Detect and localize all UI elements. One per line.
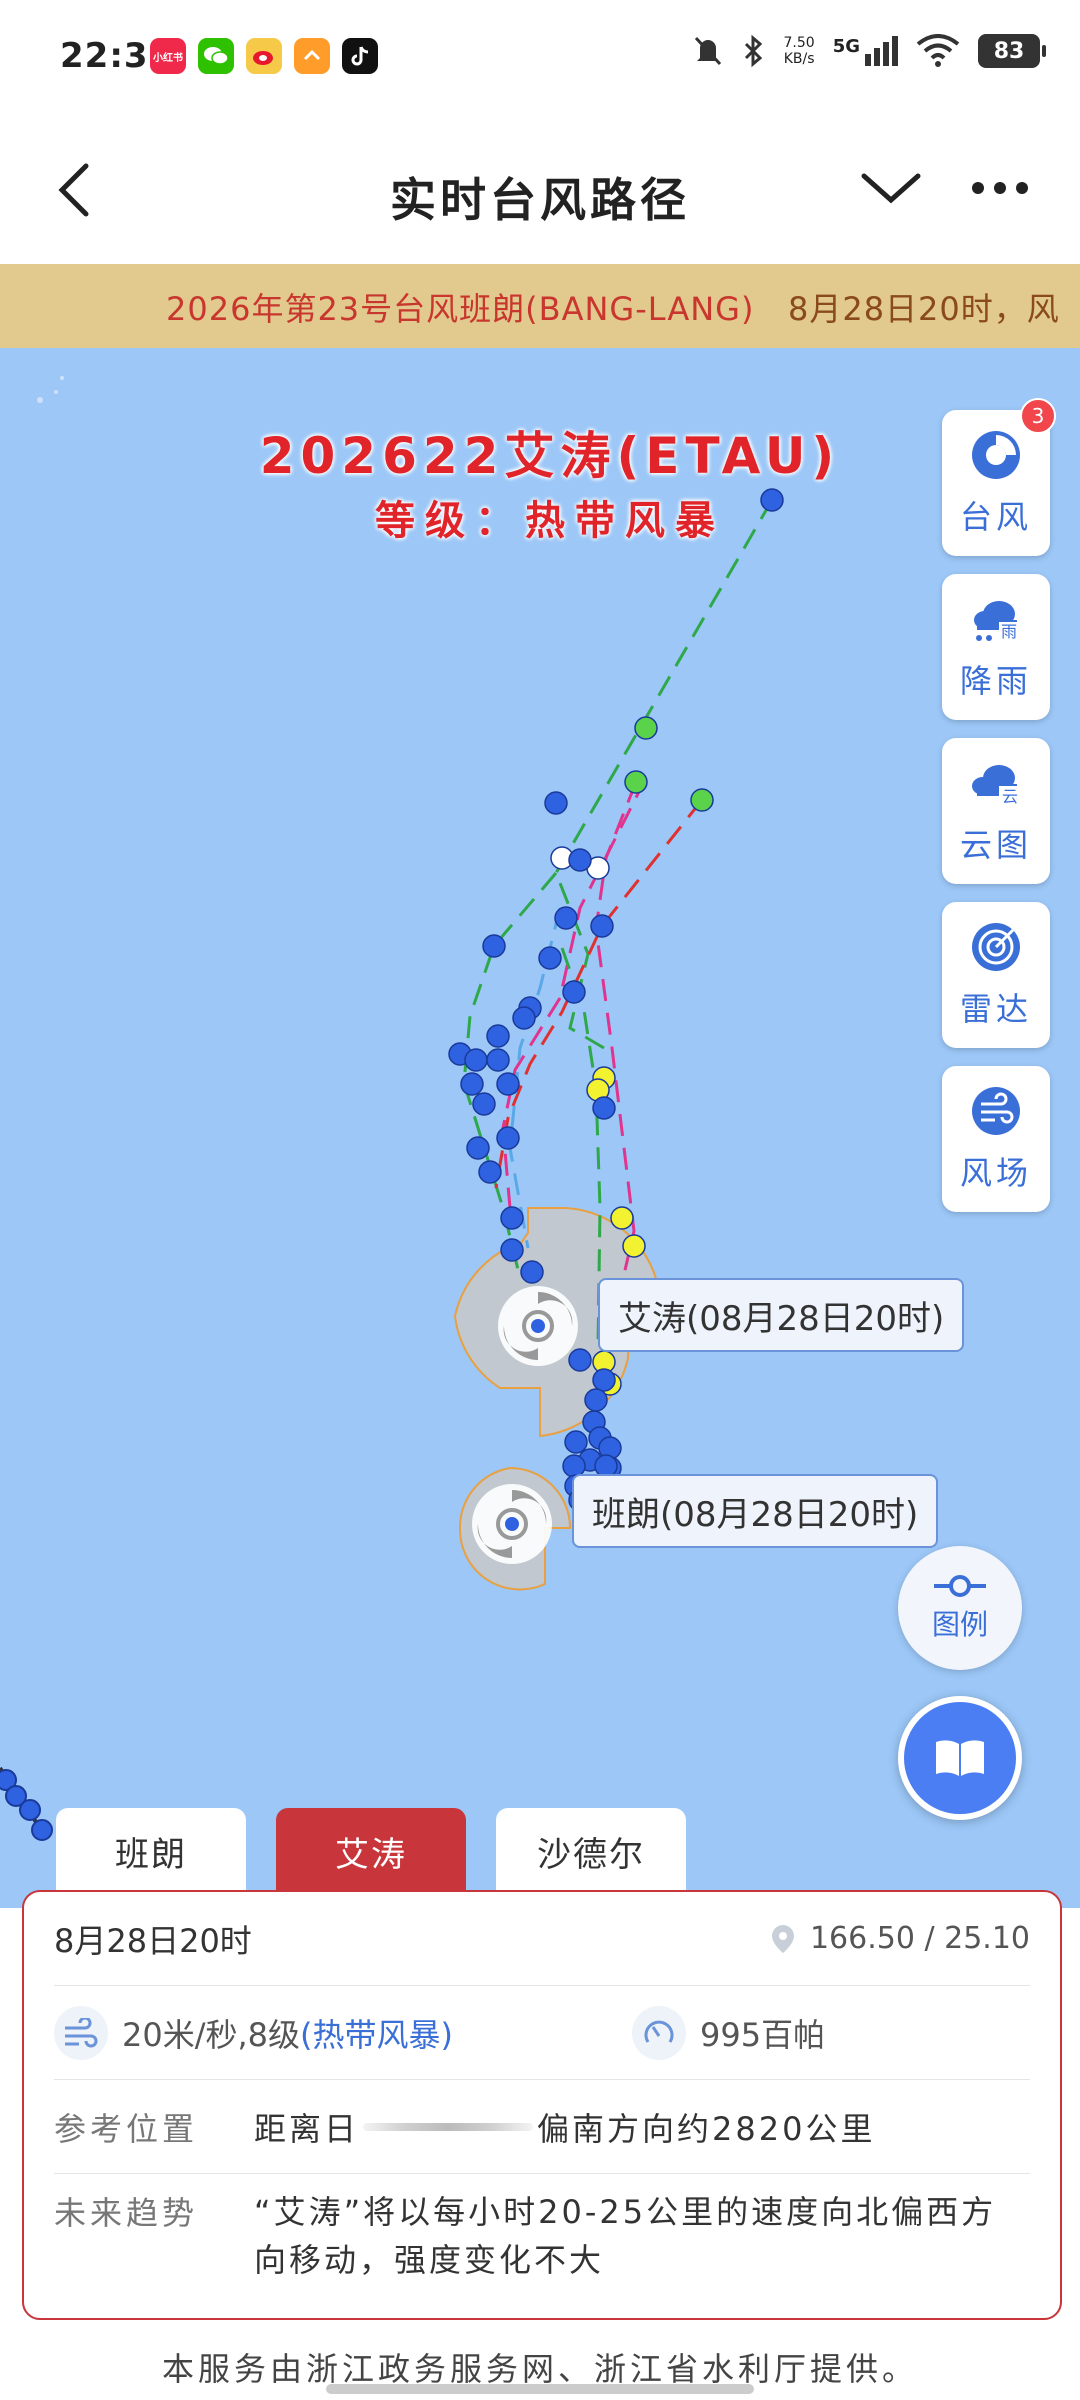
app-header: 实时台风路径: [0, 112, 1080, 264]
mute-bell-icon: [694, 36, 721, 66]
tool-typhoon-button[interactable]: 3 台风: [942, 398, 1056, 556]
radar-icon: [972, 923, 1020, 971]
typhoon-notice-marquee[interactable]: 2026年第23号台风班朗(BANG-LANG) 8月28日20时，风: [0, 264, 1080, 348]
info-row-intensity: 20米/秒,8级(热带风暴) 995百帕: [54, 1986, 1030, 2080]
typhoon-info-card: 8月28日20时 166.50 / 25.10 20米/秒,8级(热带风暴) 9…: [22, 1890, 1062, 2320]
weibo-icon: [246, 38, 282, 74]
status-right: 7.50 KB/s 5G 83: [692, 34, 1046, 68]
bluetooth-icon: [744, 34, 762, 68]
map-layer-tools: 3 台风 雨 降雨 云 云图 雷达 风场: [942, 398, 1056, 1230]
legend-icon: [934, 1575, 986, 1597]
info-coords: 166.50 / 25.10: [770, 1921, 1030, 1956]
tool-cloud-button[interactable]: 云 云图: [942, 738, 1050, 884]
banglang-history-track: [0, 1766, 53, 1841]
islands: [37, 376, 64, 403]
ref-text: 距离日 偏南方向约2820公里: [254, 2109, 876, 2148]
banglang-position-label[interactable]: 班朗(08月28日20时): [572, 1474, 939, 1548]
wind-field-icon: [972, 1087, 1020, 1135]
info-row-time: 8月28日20时 166.50 / 25.10: [54, 1892, 1030, 1986]
etau-typhoon-symbol: [498, 1286, 578, 1366]
trend-text: “艾涛”将以每小时20-25公里的速度向北偏西方向移动，强度变化不大: [254, 2193, 997, 2279]
wechat-icon: [198, 38, 234, 74]
tab-banglang[interactable]: 班朗: [56, 1808, 246, 1894]
redacted-bar: [363, 2122, 534, 2131]
banglang-typhoon-symbol: [472, 1484, 552, 1564]
typhoon-count-badge: 3: [1020, 398, 1056, 434]
xiaohongshu-icon: 小红书: [150, 38, 186, 74]
tab-shadeer[interactable]: 沙德尔: [496, 1808, 686, 1894]
svg-text:雨: 雨: [1001, 622, 1017, 641]
tab-etau[interactable]: 艾涛: [276, 1808, 466, 1894]
pressure-gauge-icon: [632, 2005, 686, 2060]
legend-button[interactable]: 图例: [898, 1546, 1022, 1670]
map-typhoon-title: 202622艾涛(ETAU): [259, 427, 841, 485]
typhoon-map[interactable]: 202622艾涛(ETAU) 等级：热带风暴 3 台风 雨 降雨 云 云图 雷达…: [0, 348, 1080, 1908]
pressure-text: 995百帕: [700, 2015, 826, 2054]
orange-app-icon: [294, 38, 330, 74]
tool-rain-button[interactable]: 雨 降雨: [942, 574, 1050, 720]
tool-radar-button[interactable]: 雷达: [942, 902, 1050, 1048]
map-typhoon-level: 等级：热带风暴: [375, 498, 725, 544]
signal-5g: 5G: [833, 36, 898, 66]
info-row-reference: 参考位置 距离日 偏南方向约2820公里: [54, 2080, 1030, 2174]
svg-text:云: 云: [1002, 787, 1018, 806]
notification-app-icons: 小红书: [150, 38, 378, 74]
marquee-text: 2026年第23号台风班朗(BANG-LANG) 8月28日20时，风: [166, 290, 1060, 328]
wifi-icon: [916, 34, 960, 67]
info-time: 8月28日20时: [54, 1921, 252, 1960]
tiktok-icon: [342, 38, 378, 74]
info-row-trend: 未来趋势 “艾涛”将以每小时20-25公里的速度向北偏西方向移动，强度变化不大: [54, 2174, 1030, 2304]
book-guide-button[interactable]: [898, 1696, 1022, 1820]
home-indicator[interactable]: [326, 2384, 754, 2394]
tool-wind-field-button[interactable]: 风场: [942, 1066, 1050, 1212]
typhoon-tabs: 班朗 艾涛 沙德尔: [56, 1808, 686, 1894]
status-bar: 22:38 小红书 7.50 KB/s 5G 83: [0, 0, 1080, 112]
wind-speed-icon: [54, 2005, 108, 2060]
chevron-down-icon[interactable]: [860, 168, 922, 208]
etau-position-label[interactable]: 艾涛(08月28日20时): [598, 1278, 965, 1352]
typhoon-icon: [972, 431, 1020, 479]
net-speed: 7.50 KB/s: [783, 35, 815, 67]
rain-cloud-icon: 雨: [974, 601, 1019, 641]
typhoon-track-layer: [0, 376, 784, 1841]
more-options-icon[interactable]: [972, 182, 1028, 198]
pressure-group: 995百帕: [632, 2005, 826, 2060]
ref-label: 参考位置: [54, 2109, 199, 2148]
cloud-icon: 云: [972, 765, 1021, 806]
battery-indicator: 83: [978, 34, 1046, 68]
open-book-icon: [936, 1740, 984, 1776]
trend-label: 未来趋势: [54, 2194, 199, 2232]
location-pin-icon: [771, 1924, 794, 1953]
wind-speed-text: 20米/秒,8级(热带风暴): [122, 2015, 454, 2054]
